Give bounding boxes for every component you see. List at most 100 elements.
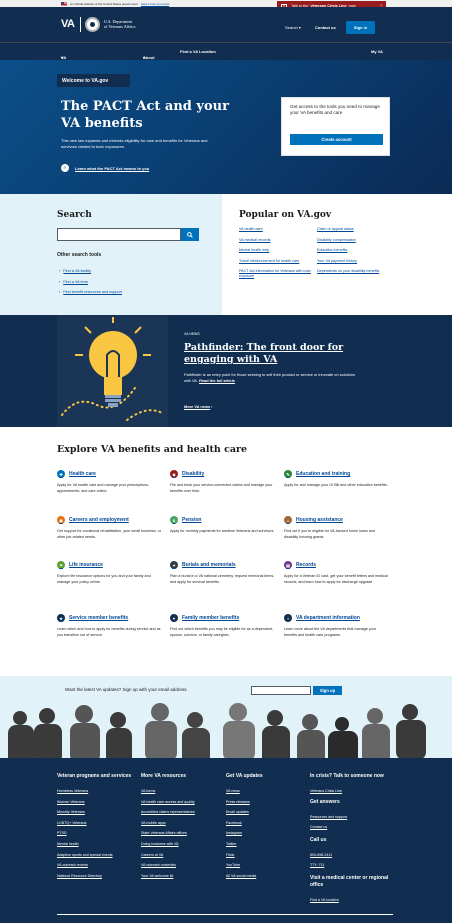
footer-link[interactable]: VA outreach events	[57, 863, 88, 867]
popular-link[interactable]: Mental health help	[239, 248, 269, 252]
sign-in-button[interactable]: Sign in	[346, 21, 375, 34]
list-item[interactable]: Mental health help	[239, 248, 311, 253]
list-item[interactable]: VA mobile apps	[141, 818, 221, 829]
footer-link[interactable]: VA mobile apps	[141, 821, 166, 825]
benefit-link[interactable]: ✚ Health care	[57, 470, 162, 478]
list-item[interactable]: VA medical records	[239, 238, 311, 243]
footer-link[interactable]: LGBTQ+ Veterans	[57, 821, 86, 825]
list-item[interactable]: Your VA welcome kit	[141, 871, 221, 882]
list-item[interactable]: Careers at VA	[141, 850, 221, 861]
news-title[interactable]: Pathfinder: The front door for engaging …	[184, 342, 359, 366]
footer-link[interactable]: Your VA welcome kit	[141, 874, 173, 878]
dept-name[interactable]: U.S. Department of Veterans Affairs	[104, 19, 135, 29]
list-item[interactable]: Find a VA form	[59, 277, 122, 288]
footer-link[interactable]: PTSD	[57, 831, 67, 835]
popular-link[interactable]: Travel reimbursement for health care	[239, 259, 299, 263]
benefit-link[interactable]: ♥ Family member benefits	[170, 614, 275, 622]
footer-link[interactable]: Women Veterans	[57, 800, 85, 804]
footer-link[interactable]: VA news	[226, 789, 240, 793]
list-item[interactable]: Find benefit resources and support	[59, 287, 122, 298]
list-item[interactable]: Facebook	[226, 818, 306, 829]
list-item[interactable]: Your VA payment history	[317, 259, 389, 264]
footer-link[interactable]: Twitter	[226, 842, 237, 846]
email-signup-button[interactable]: Sign up	[313, 686, 342, 695]
footer-link[interactable]: Instagram	[226, 831, 242, 835]
list-item[interactable]: VA news	[226, 786, 306, 797]
footer-link[interactable]: Contact us	[310, 825, 327, 829]
crisis-line-link[interactable]: Veterans Crisis Line	[310, 789, 342, 793]
email-field[interactable]	[251, 686, 311, 695]
list-item[interactable]: TTY: 711	[310, 860, 390, 871]
popular-link[interactable]: Dependents on your disability benefits	[317, 269, 379, 273]
footer-link[interactable]: Flickr	[226, 853, 235, 857]
benefit-link[interactable]: ✦ Burials and memorials	[170, 561, 275, 569]
list-item[interactable]: Email updates	[226, 807, 306, 818]
popular-link[interactable]: PACT Act information for Veterans with t…	[239, 269, 311, 278]
more-news-link[interactable]: More VA news ›	[184, 404, 213, 409]
benefit-link[interactable]: ▤ Records	[284, 561, 389, 569]
benefit-link[interactable]: ☂ Life insurance	[57, 561, 162, 569]
list-item[interactable]: VA outreach events	[57, 860, 137, 871]
footer-link[interactable]: Doing business with VA	[141, 842, 179, 846]
va-logo[interactable]: VA	[61, 18, 75, 30]
hero-link[interactable]: › Learn what the PACT Act means to you	[61, 164, 149, 172]
list-item[interactable]: VA forms	[141, 786, 221, 797]
footer-link[interactable]: Accredited claims representatives	[141, 810, 195, 814]
list-item[interactable]: Resources and support	[310, 812, 390, 823]
footer-link[interactable]: Email updates	[226, 810, 249, 814]
list-item[interactable]: 800-698-2411	[310, 850, 390, 861]
list-item[interactable]: Disability compensation	[317, 238, 389, 243]
footer-link[interactable]: Adaptive sports and special events	[57, 853, 113, 857]
list-item[interactable]: National Resource Directory	[57, 871, 137, 882]
list-item[interactable]: Dependents on your disability benefits	[317, 269, 389, 274]
phone-link[interactable]: 800-698-2411	[310, 853, 332, 857]
list-item[interactable]: PTSD	[57, 828, 137, 839]
list-item[interactable]: PACT Act information for Veterans with t…	[239, 269, 311, 279]
list-item[interactable]: VA health care access and quality	[141, 797, 221, 808]
footer-link[interactable]: Minority Veterans	[57, 810, 85, 814]
list-item[interactable]: Contact us	[310, 822, 390, 833]
read-article-link[interactable]: Read the full article	[199, 378, 235, 383]
footer-link[interactable]: Press releases	[226, 800, 250, 804]
benefit-link[interactable]: ◼ Careers and employment	[57, 516, 162, 524]
footer-link[interactable]: VA forms	[141, 789, 155, 793]
footer-link[interactable]: VA health care access and quality	[141, 800, 195, 804]
contact-us-link[interactable]: Contact us	[315, 25, 336, 30]
footer-link[interactable]: Homeless Veterans	[57, 789, 88, 793]
list-item[interactable]: State Veterans Affairs offices	[141, 828, 221, 839]
benefit-link[interactable]: ★ Service member benefits	[57, 614, 162, 622]
list-item[interactable]: All VA social media	[226, 871, 306, 882]
list-item[interactable]: Travel reimbursement for health care	[239, 259, 311, 264]
find-location-link[interactable]: Find a VA location	[310, 898, 339, 902]
gov-banner-link[interactable]: Here's how you know	[141, 2, 169, 6]
list-item[interactable]: Education benefits	[317, 248, 389, 253]
list-item[interactable]: VA health care	[239, 227, 311, 232]
benefit-link[interactable]: ◆ Disability	[170, 470, 275, 478]
list-item[interactable]: Twitter	[226, 839, 306, 850]
list-item[interactable]: Adaptive sports and special events	[57, 850, 137, 861]
footer-link[interactable]: National Resource Directory	[57, 874, 102, 878]
list-item[interactable]: LGBTQ+ Veterans	[57, 818, 137, 829]
list-item[interactable]: YouTube	[226, 860, 306, 871]
other-tool-link[interactable]: Find a VA form	[63, 280, 88, 284]
popular-link[interactable]: Disability compensation	[317, 238, 356, 242]
footer-link[interactable]: Facebook	[226, 821, 242, 825]
search-button[interactable]	[181, 228, 199, 241]
list-item[interactable]: Instagram	[226, 828, 306, 839]
list-item[interactable]: Homeless Veterans	[57, 786, 137, 797]
benefit-link[interactable]: i VA department information	[284, 614, 389, 622]
footer-link[interactable]: All VA social media	[226, 874, 256, 878]
popular-link[interactable]: VA health care	[239, 227, 263, 231]
footer-link[interactable]: Mental health	[57, 842, 79, 846]
nav-my-va[interactable]: My VA	[371, 49, 383, 54]
popular-link[interactable]: Your VA payment history	[317, 259, 357, 263]
list-item[interactable]: Women Veterans	[57, 797, 137, 808]
popular-link[interactable]: Claim or appeal status	[317, 227, 354, 231]
header-search-button[interactable]: Search ▾	[285, 25, 301, 30]
benefit-link[interactable]: ⌂ Housing assistance	[284, 516, 389, 524]
footer-link[interactable]: Careers at VA	[141, 853, 163, 857]
nav-find-location[interactable]: Find a VA Location	[180, 49, 216, 54]
list-item[interactable]: Veterans Crisis Line	[310, 786, 390, 797]
list-item[interactable]: Find a VA facility	[59, 266, 122, 277]
footer-link[interactable]: State Veterans Affairs offices	[141, 831, 187, 835]
